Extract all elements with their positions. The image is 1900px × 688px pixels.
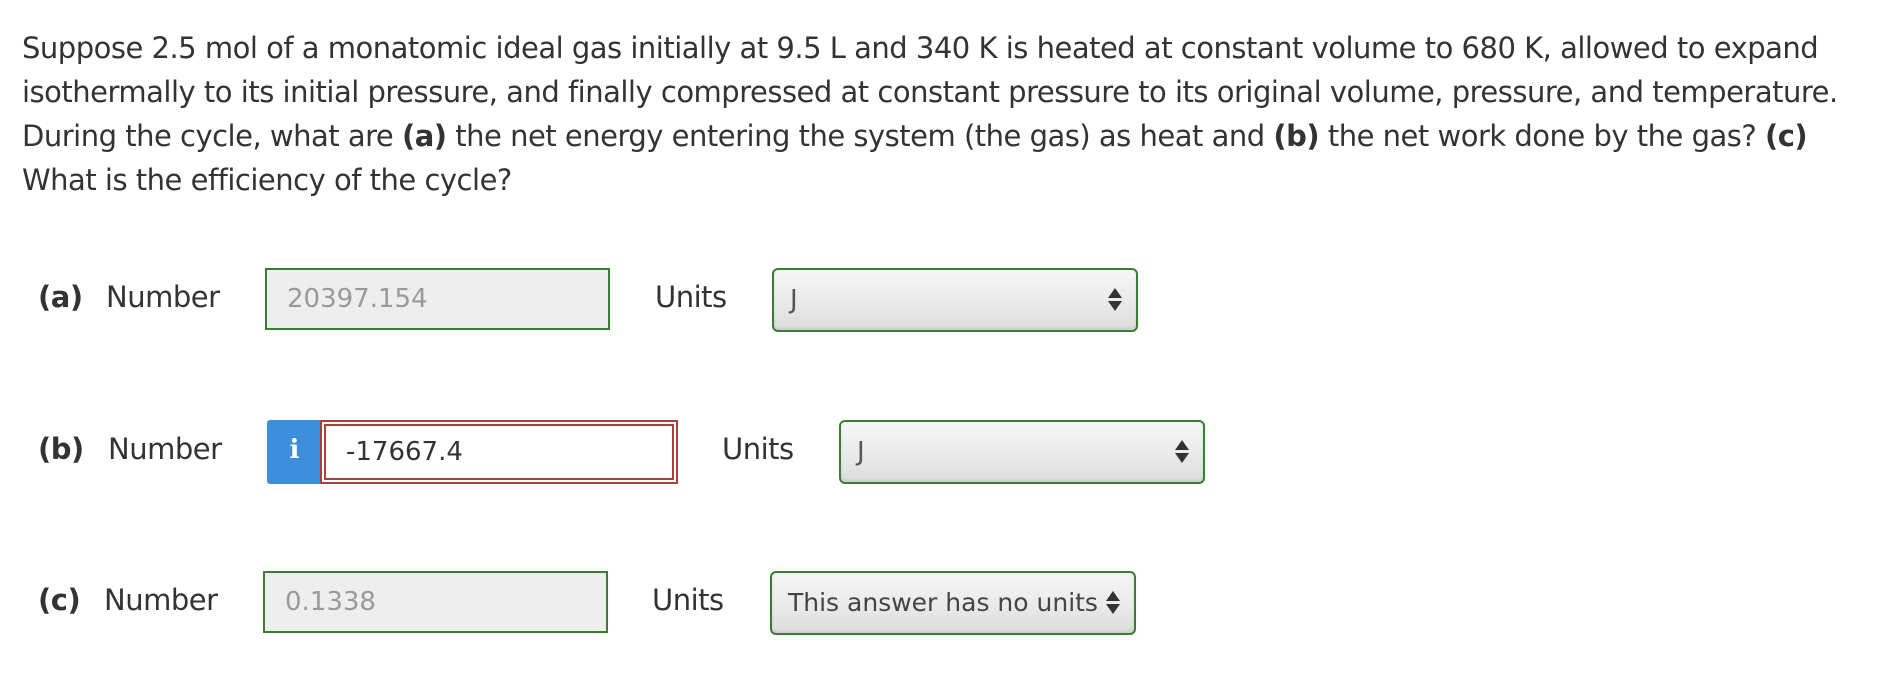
part-a-units-label: Units	[655, 280, 727, 314]
question-text: Suppose 2.5 mol of a monatomic ideal gas…	[22, 26, 1882, 202]
part-b-answer-input-frame: -17667.4	[320, 420, 678, 484]
select-arrows-icon	[1108, 288, 1122, 314]
part-a-answer-input[interactable]: 20397.154	[265, 268, 610, 330]
part-b-answer-input[interactable]: -17667.4	[324, 424, 674, 480]
part-c-units-select[interactable]: This answer has no units	[770, 571, 1136, 635]
select-arrows-icon	[1175, 440, 1189, 466]
question-part-c-marker: (c)	[1764, 119, 1808, 153]
part-b-number-label: Number	[108, 432, 222, 466]
part-b-units-value: J	[857, 437, 865, 467]
part-b-row: (b) Number i -17667.4 Units J	[0, 420, 1900, 486]
question-text-4: What is the efficiency of the cycle?	[22, 163, 512, 197]
part-a-units-select[interactable]: J	[772, 268, 1138, 332]
part-c-row: (c) Number 0.1338 Units This answer has …	[0, 571, 1900, 637]
question-text-3: the net work done by the gas?	[1319, 119, 1765, 153]
part-b-label: (b)	[38, 432, 84, 466]
part-a-units-value: J	[790, 285, 798, 315]
part-b-units-select[interactable]: J	[839, 420, 1205, 484]
select-arrows-icon	[1106, 591, 1120, 617]
part-b-units-label: Units	[722, 432, 794, 466]
part-a-number-label: Number	[106, 280, 220, 314]
question-text-2: the net energy entering the system (the …	[446, 119, 1274, 153]
question-part-a-marker: (a)	[401, 119, 447, 153]
info-icon[interactable]: i	[267, 420, 322, 484]
part-c-units-value: This answer has no units	[788, 588, 1098, 617]
question-part-b-marker: (b)	[1273, 119, 1320, 153]
part-c-number-label: Number	[104, 583, 218, 617]
part-a-row: (a) Number 20397.154 Units J	[0, 268, 1900, 334]
part-c-answer-input[interactable]: 0.1338	[263, 571, 608, 633]
part-c-units-label: Units	[652, 583, 724, 617]
part-c-label: (c)	[38, 583, 81, 617]
part-a-label: (a)	[38, 280, 83, 314]
